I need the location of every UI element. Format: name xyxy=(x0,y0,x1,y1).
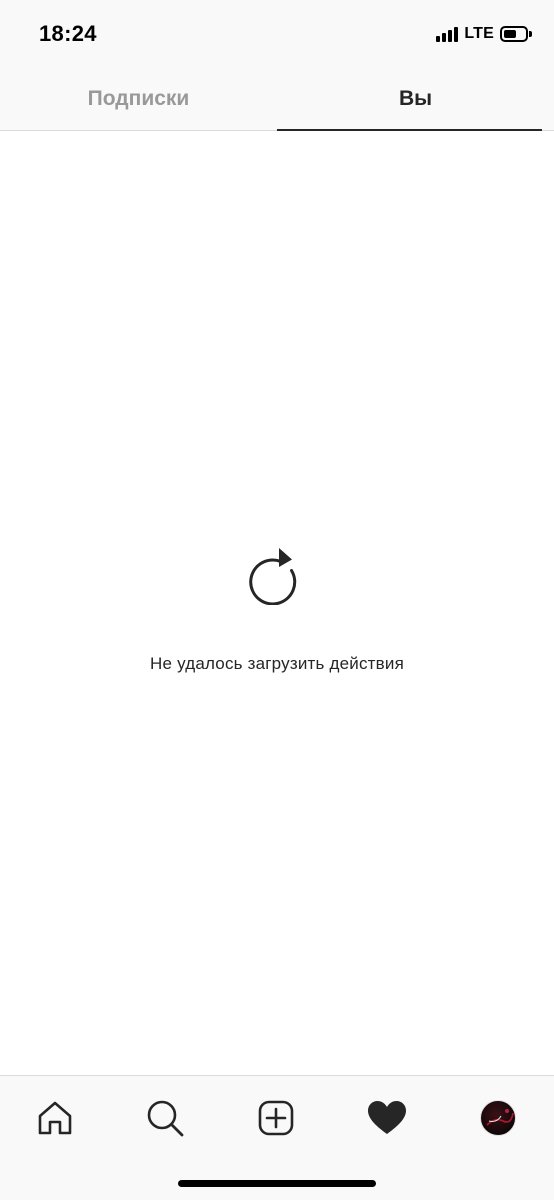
home-icon xyxy=(38,1101,72,1135)
activity-content: Не удалось загрузить действия xyxy=(0,132,554,1075)
nav-profile-button[interactable] xyxy=(476,1096,520,1140)
status-time: 18:24 xyxy=(39,21,97,46)
tab-following[interactable]: Подписки xyxy=(0,68,277,130)
activity-tabs: Подписки Вы xyxy=(0,68,554,131)
tab-you-label: Вы xyxy=(398,87,433,110)
tab-following-label: Подписки xyxy=(87,87,190,110)
refresh-icon xyxy=(249,548,297,605)
error-message: Не удалось загрузить действия xyxy=(150,654,404,673)
avatar xyxy=(480,1100,516,1136)
retry-button[interactable] xyxy=(249,545,305,605)
heart-icon xyxy=(368,1101,406,1134)
search-icon xyxy=(147,1100,184,1137)
status-indicators: LTE xyxy=(436,24,532,44)
active-tab-indicator xyxy=(277,129,542,131)
tab-you[interactable]: Вы xyxy=(277,68,554,131)
activity-screen: 18:24 LTE Подписки Вы Не удалось загрузи… xyxy=(0,0,554,1200)
nav-new-post-button[interactable] xyxy=(254,1096,298,1140)
nav-search-button[interactable] xyxy=(143,1096,187,1140)
signal-strength-icon xyxy=(436,26,459,42)
nav-activity-button[interactable] xyxy=(365,1096,409,1140)
battery-icon xyxy=(500,26,532,42)
status-bar: 18:24 LTE xyxy=(0,0,554,68)
battery-level xyxy=(504,30,517,38)
add-post-icon xyxy=(258,1100,294,1136)
nav-home-button[interactable] xyxy=(33,1096,77,1140)
network-type: LTE xyxy=(464,25,494,42)
home-indicator xyxy=(178,1180,376,1187)
